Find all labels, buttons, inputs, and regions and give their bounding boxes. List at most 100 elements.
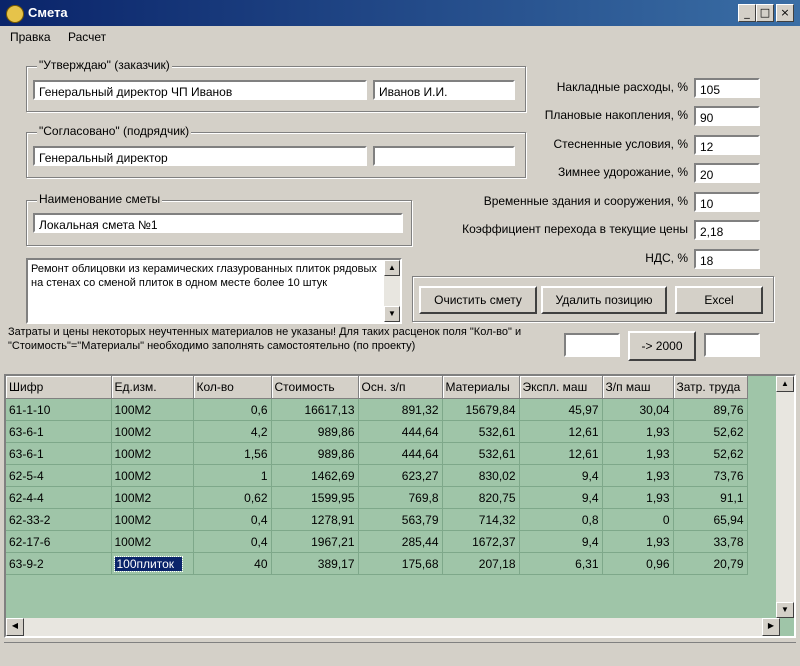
col-header-materials[interactable]: Материалы [442, 376, 520, 399]
selected-cell-text[interactable]: 100плиток [113, 555, 184, 572]
memo-scrollbar[interactable]: ▲ ▼ [384, 260, 400, 322]
cell-machines[interactable]: 9,4 [519, 530, 603, 553]
param-overhead-field[interactable]: 105 [694, 78, 760, 98]
cell-machine-wage[interactable]: 0 [602, 508, 674, 531]
cell-materials[interactable]: 207,18 [442, 552, 520, 575]
cell-unit[interactable]: 100М2 [111, 420, 194, 443]
col-header-machine-wage[interactable]: З/п маш [602, 376, 674, 399]
menu-edit[interactable]: Правка [10, 30, 51, 44]
param-coefficient-field[interactable]: 2,18 [694, 220, 760, 240]
cell-materials[interactable]: 820,75 [442, 486, 520, 509]
cell-machines[interactable]: 9,4 [519, 486, 603, 509]
param-temp-buildings-field[interactable]: 10 [694, 192, 760, 212]
estimate-name-field[interactable]: Локальная смета №1 [33, 213, 403, 233]
cell-code[interactable]: 63-6-1 [6, 442, 112, 465]
cell-cost[interactable]: 1462,69 [271, 464, 359, 487]
cell-machine-wage[interactable]: 1,93 [602, 464, 674, 487]
cell-qty[interactable]: 1,56 [193, 442, 272, 465]
cell-labor[interactable]: 52,62 [673, 420, 748, 443]
description-memo[interactable]: Ремонт облицовки из керамических глазуро… [26, 258, 402, 324]
cell-unit[interactable]: 100М2 [111, 464, 194, 487]
cell-wage[interactable]: 891,32 [358, 398, 443, 421]
grid-scroll-up-icon[interactable]: ▲ [776, 376, 794, 392]
clear-estimate-button[interactable]: Очистить смету [419, 286, 537, 314]
param-profit-field[interactable]: 90 [694, 106, 760, 126]
cell-qty[interactable]: 40 [193, 552, 272, 575]
table-row[interactable]: 63-9-2 100плиток 40 389,17 175,68 207,18… [6, 552, 748, 575]
cell-labor[interactable]: 20,79 [673, 552, 748, 575]
agree-position-field[interactable]: Генеральный директор [33, 146, 367, 166]
cell-machines[interactable]: 0,8 [519, 508, 603, 531]
minimize-button[interactable]: _ [738, 4, 756, 22]
param-vat-field[interactable]: 18 [694, 249, 760, 269]
cell-cost[interactable]: 16617,13 [271, 398, 359, 421]
cell-cost[interactable]: 1967,21 [271, 530, 359, 553]
approve-position-field[interactable]: Генеральный директор ЧП Иванов [33, 80, 367, 100]
grid-horizontal-scrollbar[interactable]: ◀ ▶ [6, 618, 780, 636]
cell-wage[interactable]: 444,64 [358, 442, 443, 465]
cell-qty[interactable]: 0,4 [193, 508, 272, 531]
table-row[interactable]: 63-6-1 100М2 1,56 989,86 444,64 532,61 1… [6, 442, 748, 465]
cell-wage[interactable]: 175,68 [358, 552, 443, 575]
cell-code[interactable]: 63-9-2 [6, 552, 112, 575]
cell-cost[interactable]: 1599,95 [271, 486, 359, 509]
delete-position-button[interactable]: Удалить позицию [541, 286, 667, 314]
cell-cost[interactable]: 989,86 [271, 420, 359, 443]
cell-machine-wage[interactable]: 1,93 [602, 530, 674, 553]
cell-labor[interactable]: 52,62 [673, 442, 748, 465]
table-row[interactable]: 62-17-6 100М2 0,4 1967,21 285,44 1672,37… [6, 530, 748, 553]
param-cramped-field[interactable]: 12 [694, 135, 760, 155]
cell-machine-wage[interactable]: 30,04 [602, 398, 674, 421]
table-row[interactable]: 61-1-10 100М2 0,6 16617,13 891,32 15679,… [6, 398, 748, 421]
cell-code[interactable]: 62-17-6 [6, 530, 112, 553]
col-header-labor[interactable]: Затр. труда [673, 376, 748, 399]
cell-code[interactable]: 62-4-4 [6, 486, 112, 509]
cell-labor[interactable]: 89,76 [673, 398, 748, 421]
table-row[interactable]: 62-4-4 100М2 0,62 1599,95 769,8 820,75 9… [6, 486, 748, 509]
cell-machines[interactable]: 12,61 [519, 442, 603, 465]
cell-unit[interactable]: 100М2 [111, 486, 194, 509]
menu-calc[interactable]: Расчет [68, 30, 106, 44]
grid-vertical-scrollbar[interactable]: ▲ ▼ [776, 376, 794, 618]
col-header-unit[interactable]: Ед.изм. [111, 376, 194, 399]
cell-unit-selected[interactable]: 100плиток [111, 552, 194, 575]
cell-cost[interactable]: 389,17 [271, 552, 359, 575]
grid-scroll-right-icon[interactable]: ▶ [762, 618, 780, 636]
excel-button[interactable]: Excel [675, 286, 763, 314]
table-row[interactable]: 62-33-2 100М2 0,4 1278,91 563,79 714,32 … [6, 508, 748, 531]
cell-wage[interactable]: 563,79 [358, 508, 443, 531]
close-button[interactable]: × [776, 4, 794, 22]
cell-cost[interactable]: 989,86 [271, 442, 359, 465]
cell-wage[interactable]: 444,64 [358, 420, 443, 443]
cell-materials[interactable]: 714,32 [442, 508, 520, 531]
cell-machines[interactable]: 6,31 [519, 552, 603, 575]
cell-code[interactable]: 61-1-10 [6, 398, 112, 421]
cell-wage[interactable]: 285,44 [358, 530, 443, 553]
table-row[interactable]: 62-5-4 100М2 1 1462,69 623,27 830,02 9,4… [6, 464, 748, 487]
approve-name-field[interactable]: Иванов И.И. [373, 80, 515, 100]
cell-qty[interactable]: 0,62 [193, 486, 272, 509]
cell-unit[interactable]: 100М2 [111, 398, 194, 421]
grid-scroll-down-icon[interactable]: ▼ [776, 602, 794, 618]
cell-labor[interactable]: 91,1 [673, 486, 748, 509]
cell-materials[interactable]: 532,61 [442, 442, 520, 465]
cell-wage[interactable]: 769,8 [358, 486, 443, 509]
cell-machines[interactable]: 45,97 [519, 398, 603, 421]
cell-unit[interactable]: 100М2 [111, 508, 194, 531]
convert-from-field[interactable] [564, 333, 620, 357]
agree-name-field[interactable] [373, 146, 515, 166]
memo-scroll-up-icon[interactable]: ▲ [384, 260, 400, 276]
cell-machine-wage[interactable]: 1,93 [602, 420, 674, 443]
table-row[interactable]: 63-6-1 100М2 4,2 989,86 444,64 532,61 12… [6, 420, 748, 443]
col-header-code[interactable]: Шифр [6, 376, 112, 399]
col-header-wage[interactable]: Осн. з/п [358, 376, 443, 399]
param-winter-field[interactable]: 20 [694, 163, 760, 183]
estimate-grid[interactable]: Шифр Ед.изм. Кол-во Стоимость Осн. з/п М… [4, 374, 796, 638]
cell-wage[interactable]: 623,27 [358, 464, 443, 487]
col-header-qty[interactable]: Кол-во [193, 376, 272, 399]
cell-code[interactable]: 63-6-1 [6, 420, 112, 443]
convert-2000-button[interactable]: -> 2000 [628, 331, 696, 361]
cell-qty[interactable]: 1 [193, 464, 272, 487]
cell-materials[interactable]: 1672,37 [442, 530, 520, 553]
cell-machine-wage[interactable]: 1,93 [602, 486, 674, 509]
